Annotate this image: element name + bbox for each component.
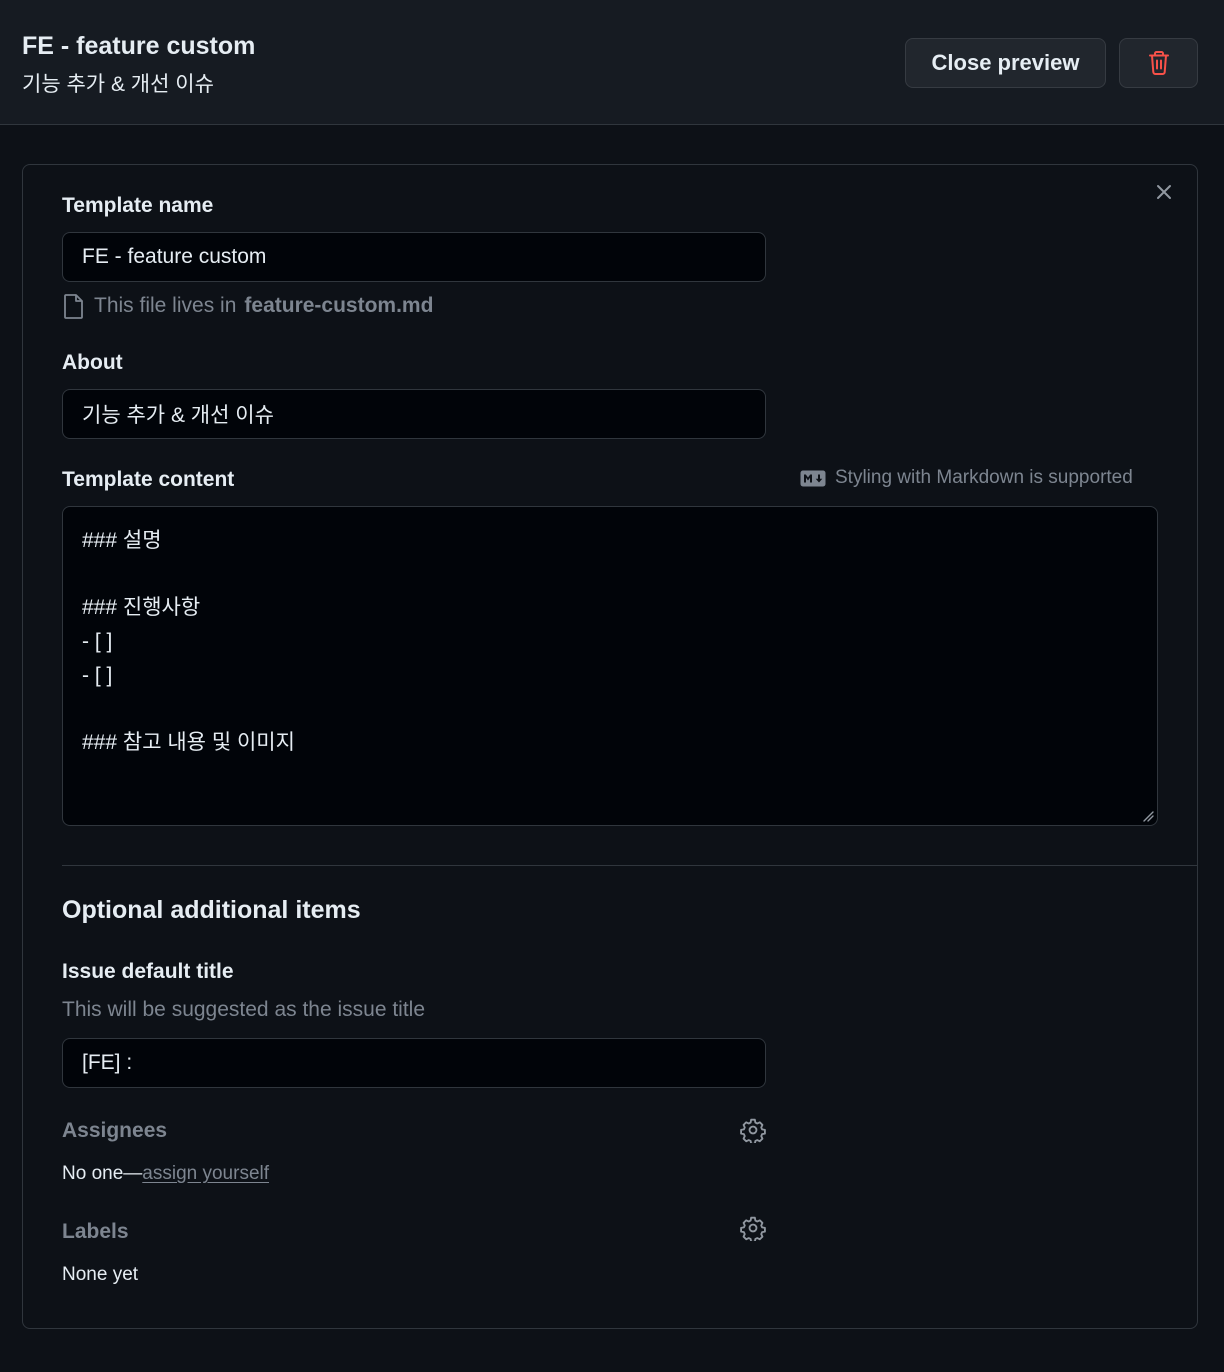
- delete-template-button[interactable]: [1119, 38, 1198, 88]
- content-line: [82, 558, 1138, 592]
- markdown-hint-text: Styling with Markdown is supported: [835, 467, 1133, 488]
- markdown-icon: [800, 470, 826, 486]
- assign-yourself-link[interactable]: assign yourself: [142, 1163, 269, 1184]
- content-line: - [ ]: [82, 663, 113, 687]
- labels-settings-button[interactable]: [739, 1214, 767, 1242]
- content-line: ### 설명: [82, 529, 162, 552]
- close-preview-button[interactable]: Close preview: [905, 38, 1106, 88]
- file-note-prefix: This file lives in: [94, 294, 237, 317]
- header-bar: FE - feature custom 기능 추가 & 개선 이슈 Close …: [0, 0, 1224, 125]
- template-name-label: Template name: [62, 194, 214, 217]
- template-content-textarea[interactable]: ### 설명 ### 진행사항 - [ ] - [ ] ### 참고 내용 및 …: [62, 506, 1158, 826]
- trash-icon: [1148, 51, 1169, 75]
- assignees-label: Assignees: [62, 1119, 168, 1142]
- template-content-label: Template content: [62, 468, 235, 491]
- about-label: About: [62, 351, 123, 374]
- content-line: - [ ]: [82, 630, 113, 654]
- assignees-settings-button[interactable]: [739, 1116, 767, 1144]
- content-line: ### 참고 내용 및 이미지: [82, 731, 295, 755]
- content-line: ### 진행사항: [82, 596, 201, 620]
- file-icon: [64, 293, 83, 319]
- gear-icon: [740, 1216, 766, 1241]
- template-subtitle: 기능 추가 & 개선 이슈: [22, 73, 214, 96]
- issue-default-title-description: This will be suggested as the issue titl…: [62, 998, 426, 1021]
- about-input[interactable]: 기능 추가 & 개선 이슈: [62, 389, 766, 439]
- template-name-input[interactable]: FE - feature custom: [62, 232, 766, 282]
- section-divider: [62, 865, 1197, 866]
- optional-section-title: Optional additional items: [62, 896, 361, 924]
- assignees-none-text: No one—: [62, 1163, 143, 1184]
- issue-default-title-input[interactable]: [FE] :: [62, 1038, 766, 1088]
- close-editor-button[interactable]: [1152, 180, 1176, 204]
- resize-handle-icon[interactable]: [1141, 809, 1155, 823]
- assignees-value: No one—assign yourself: [62, 1163, 269, 1185]
- issue-default-title-label: Issue default title: [62, 960, 234, 983]
- file-location-note: This file lives in feature-custom.md: [62, 292, 433, 320]
- labels-value: None yet: [62, 1264, 139, 1285]
- content-line: [82, 692, 1138, 726]
- x-icon: [1157, 185, 1171, 199]
- labels-label: Labels: [62, 1220, 129, 1243]
- file-note-filename: feature-custom.md: [244, 294, 434, 317]
- gear-icon: [740, 1118, 766, 1143]
- template-title: FE - feature custom: [22, 32, 256, 60]
- markdown-hint[interactable]: Styling with Markdown is supported: [800, 466, 1133, 490]
